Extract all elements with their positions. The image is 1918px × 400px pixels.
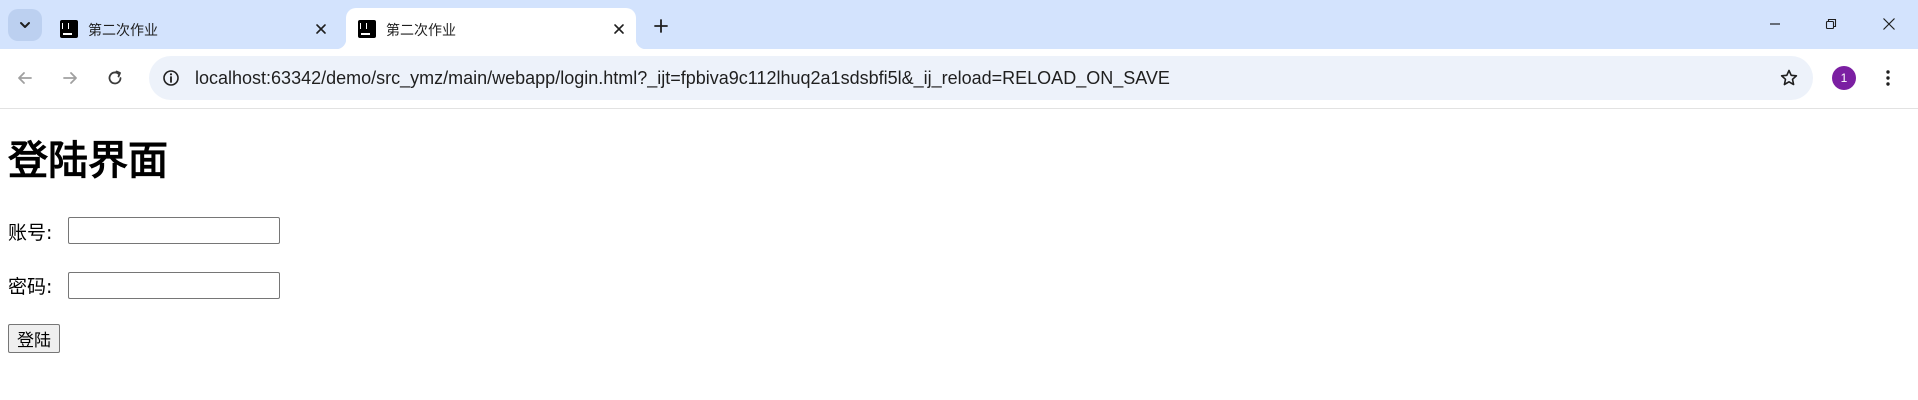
back-arrow-icon	[18, 72, 32, 84]
tab-strip: 第二次作业 第二次作业	[0, 0, 1918, 49]
password-label: 密码:	[8, 276, 53, 298]
bookmark-button[interactable]	[1775, 64, 1803, 92]
browser-menu-button[interactable]	[1874, 64, 1902, 92]
forward-arrow-icon	[63, 72, 77, 84]
chevron-down-icon	[20, 22, 30, 28]
page-title: 登陆界面	[8, 138, 168, 184]
favicon-icon	[358, 20, 376, 38]
profile-avatar[interactable]: 1	[1832, 66, 1856, 90]
minimize-button[interactable]	[1752, 8, 1798, 40]
restore-icon	[1825, 18, 1837, 30]
window-close-icon	[1883, 18, 1895, 30]
reload-button[interactable]	[98, 61, 132, 95]
window-close-button[interactable]	[1866, 8, 1912, 40]
kebab-menu-icon	[1886, 70, 1890, 86]
new-tab-button[interactable]	[647, 12, 675, 40]
tab-active[interactable]: 第二次作业	[336, 8, 646, 49]
minimize-icon	[1770, 23, 1780, 25]
back-button[interactable]	[8, 61, 42, 95]
forward-button[interactable]	[53, 61, 87, 95]
address-bar[interactable]: localhost:63342/demo/src_ymz/main/webapp…	[149, 56, 1813, 100]
tab-search-button[interactable]	[8, 9, 42, 41]
reload-icon	[108, 70, 122, 85]
site-info-button[interactable]	[155, 62, 187, 94]
bookmark-star-icon	[1780, 69, 1798, 86]
account-label: 账号:	[8, 222, 53, 244]
tab-inactive[interactable]: 第二次作业	[48, 8, 338, 49]
tab-title: 第二次作业	[88, 23, 158, 39]
password-input[interactable]	[68, 272, 280, 299]
restore-button[interactable]	[1808, 8, 1854, 40]
account-input[interactable]	[68, 217, 280, 244]
favicon-icon	[60, 20, 78, 38]
url-text[interactable]: localhost:63342/demo/src_ymz/main/webapp…	[195, 68, 1170, 89]
site-info-icon	[163, 70, 179, 86]
tab-title: 第二次作业	[386, 23, 456, 39]
close-icon	[614, 24, 624, 34]
login-button[interactable]: 登陆	[8, 324, 60, 353]
page-content: 登陆界面 账号: 密码: 登陆	[0, 110, 1918, 400]
tab-close-button[interactable]	[608, 18, 630, 40]
close-icon	[316, 24, 326, 34]
browser-toolbar: localhost:63342/demo/src_ymz/main/webapp…	[0, 49, 1918, 109]
tab-close-button[interactable]	[310, 18, 332, 40]
plus-icon	[654, 19, 668, 33]
